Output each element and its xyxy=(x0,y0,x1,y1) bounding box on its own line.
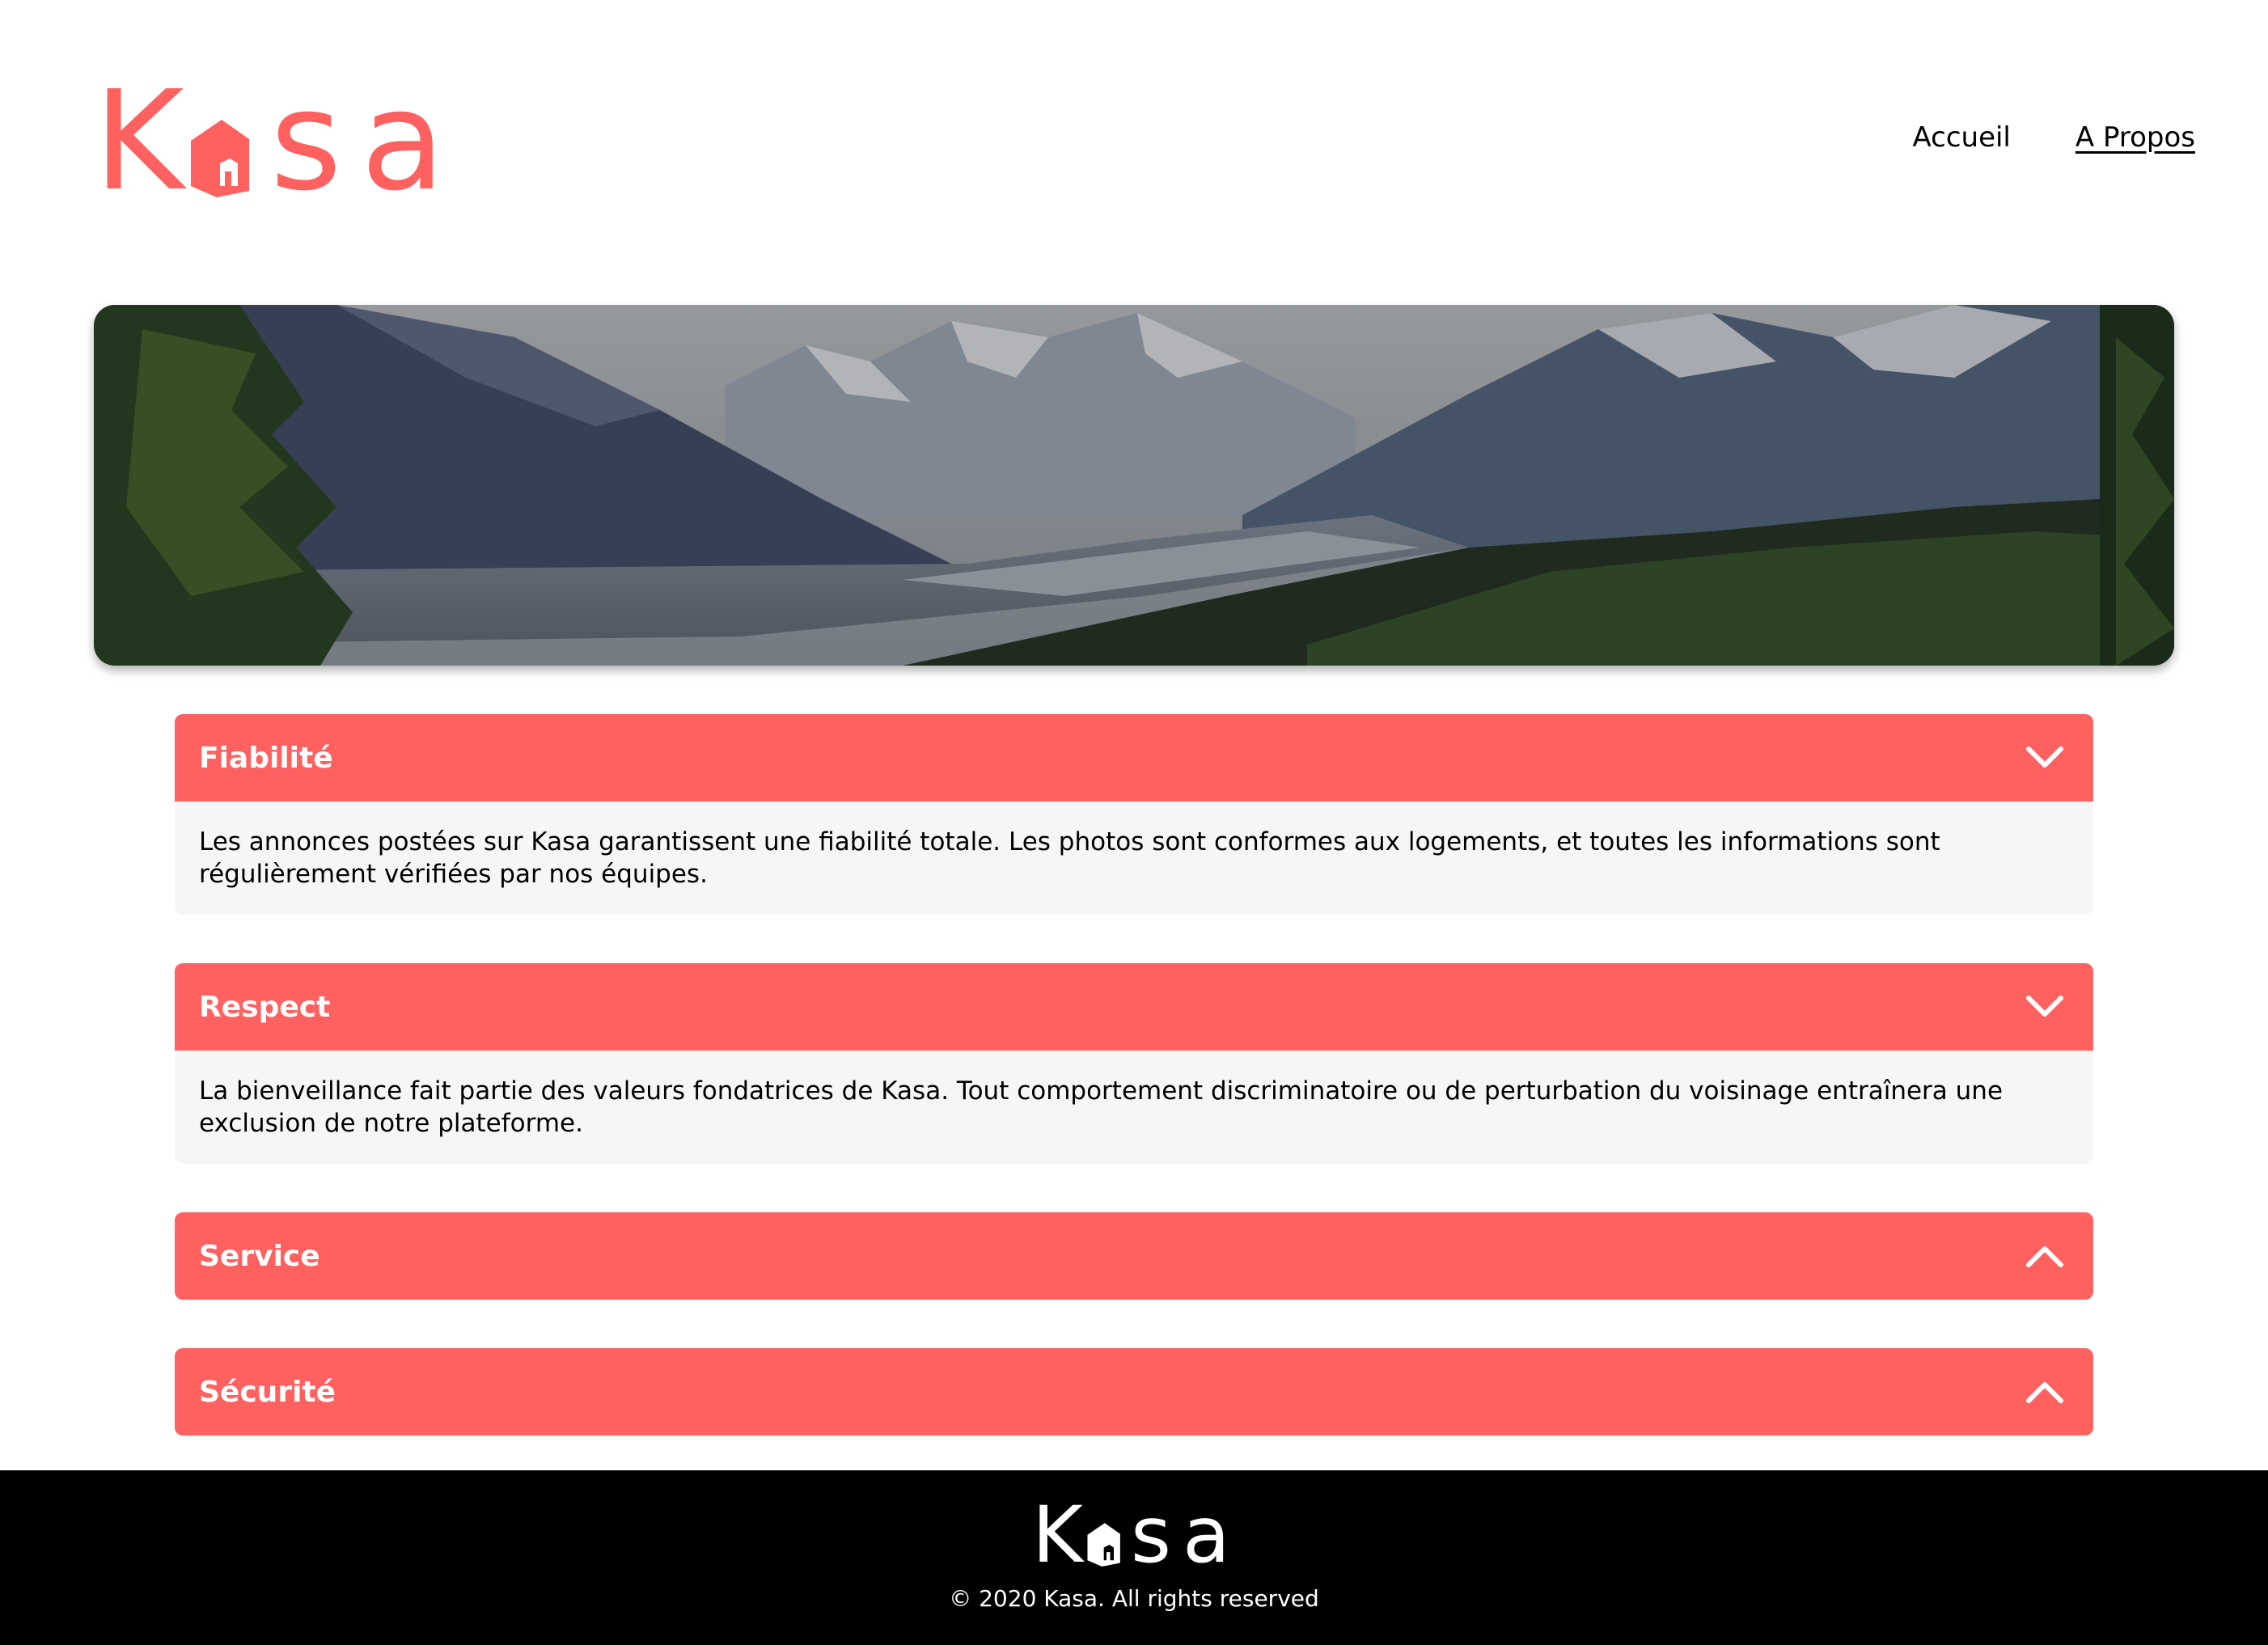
footer-logo-letter-a: a xyxy=(1183,1490,1230,1580)
chevron-down-icon[interactable] xyxy=(2020,734,2069,782)
accordion-title: Sécurité xyxy=(199,1375,336,1409)
footer-house-icon xyxy=(1087,1523,1120,1567)
logo-letter-k: K xyxy=(94,61,184,222)
accordion-header-fiabilite[interactable]: Fiabilité xyxy=(175,714,2093,801)
accordion-respect: Respect La bienveillance fait partie des… xyxy=(175,963,2093,1164)
accordion-title: Fiabilité xyxy=(199,741,333,775)
logo-letter-s: s xyxy=(270,61,342,222)
nav-link-about[interactable]: A Propos xyxy=(2075,121,2195,154)
kasa-logo[interactable]: K s a xyxy=(94,61,446,222)
site-header: K s a Accueil A Propos xyxy=(0,0,2268,243)
accordion-body-fiabilite: Les annonces postées sur Kasa garantisse… xyxy=(175,801,2093,915)
banner-image xyxy=(94,305,2174,666)
mountain-landscape-image xyxy=(94,305,2174,666)
accordion-title: Service xyxy=(199,1239,320,1273)
footer-logo-letter-s: s xyxy=(1131,1490,1172,1580)
chevron-down-icon[interactable] xyxy=(2020,983,2069,1031)
accordion-fiabilite: Fiabilité Les annonces postées sur Kasa … xyxy=(175,714,2093,915)
values-accordion-list: Fiabilité Les annonces postées sur Kasa … xyxy=(175,714,2093,1484)
accordion-service: Service xyxy=(175,1212,2093,1300)
house-icon xyxy=(191,120,249,197)
logo-letter-a: a xyxy=(361,61,446,222)
accordion-securite: Sécurité xyxy=(175,1348,2093,1436)
main-nav: Accueil A Propos xyxy=(1912,121,2195,154)
accordion-header-service[interactable]: Service xyxy=(175,1212,2093,1300)
site-footer: K s a © 2020 Kasa. All rights reserved xyxy=(0,1470,2268,1645)
chevron-up-icon[interactable] xyxy=(2020,1368,2069,1416)
footer-logo-letter-k: K xyxy=(1032,1490,1083,1580)
nav-link-home[interactable]: Accueil xyxy=(1912,121,2010,154)
accordion-body-respect: La bienveillance fait partie des valeurs… xyxy=(175,1051,2093,1164)
accordion-header-securite[interactable]: Sécurité xyxy=(175,1348,2093,1436)
accordion-header-respect[interactable]: Respect xyxy=(175,963,2093,1051)
footer-kasa-logo: K s a xyxy=(1032,1490,1236,1580)
chevron-up-icon[interactable] xyxy=(2020,1232,2069,1280)
copyright-text: © 2020 Kasa. All rights reserved xyxy=(949,1585,1319,1612)
accordion-title: Respect xyxy=(199,990,331,1024)
